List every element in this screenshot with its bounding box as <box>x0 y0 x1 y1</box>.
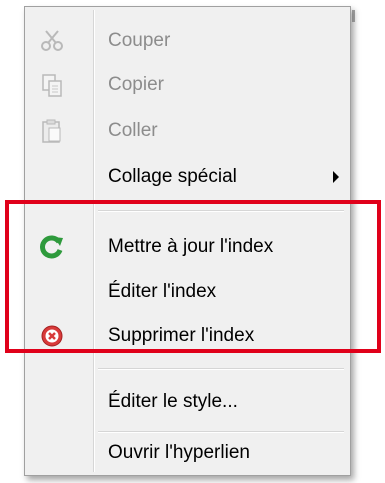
delete-circle-icon <box>38 322 66 350</box>
menu-item-label: Éditer l'index <box>108 281 217 302</box>
menu-item-label: Ouvrir l'hyperlien <box>108 442 250 463</box>
menu-item-label: Mettre à jour l'index <box>108 236 274 257</box>
menu-item-cut[interactable]: Couper <box>28 19 347 63</box>
submenu-arrow-icon <box>333 171 339 183</box>
menu-grip <box>352 10 355 22</box>
menu-item-label: Coller <box>108 120 158 141</box>
menu-item-paste[interactable]: Coller <box>28 109 347 153</box>
menu-separator <box>98 210 344 212</box>
menu-item-label: Couper <box>108 30 171 51</box>
scissors-icon <box>38 27 66 55</box>
menu-item-open-hyperlink[interactable]: Ouvrir l'hyperlien <box>28 431 347 475</box>
context-menu: Couper Copier Coller Collage spécial Met… <box>24 6 351 476</box>
menu-item-edit-style[interactable]: Éditer le style... <box>28 380 347 424</box>
menu-item-update-index[interactable]: Mettre à jour l'index <box>28 225 347 269</box>
menu-separator <box>98 368 344 370</box>
menu-item-label: Copier <box>108 74 164 95</box>
menu-item-paste-special[interactable]: Collage spécial <box>28 155 347 199</box>
menu-item-label: Supprimer l'index <box>108 325 255 346</box>
menu-item-copy[interactable]: Copier <box>28 63 347 107</box>
refresh-icon <box>38 233 66 261</box>
menu-item-edit-index[interactable]: Éditer l'index <box>28 270 347 314</box>
menu-item-label: Éditer le style... <box>108 391 238 412</box>
menu-item-delete-index[interactable]: Supprimer l'index <box>28 314 347 358</box>
copy-icon <box>38 71 66 99</box>
menu-item-label: Collage spécial <box>108 166 237 187</box>
paste-icon <box>38 117 66 145</box>
